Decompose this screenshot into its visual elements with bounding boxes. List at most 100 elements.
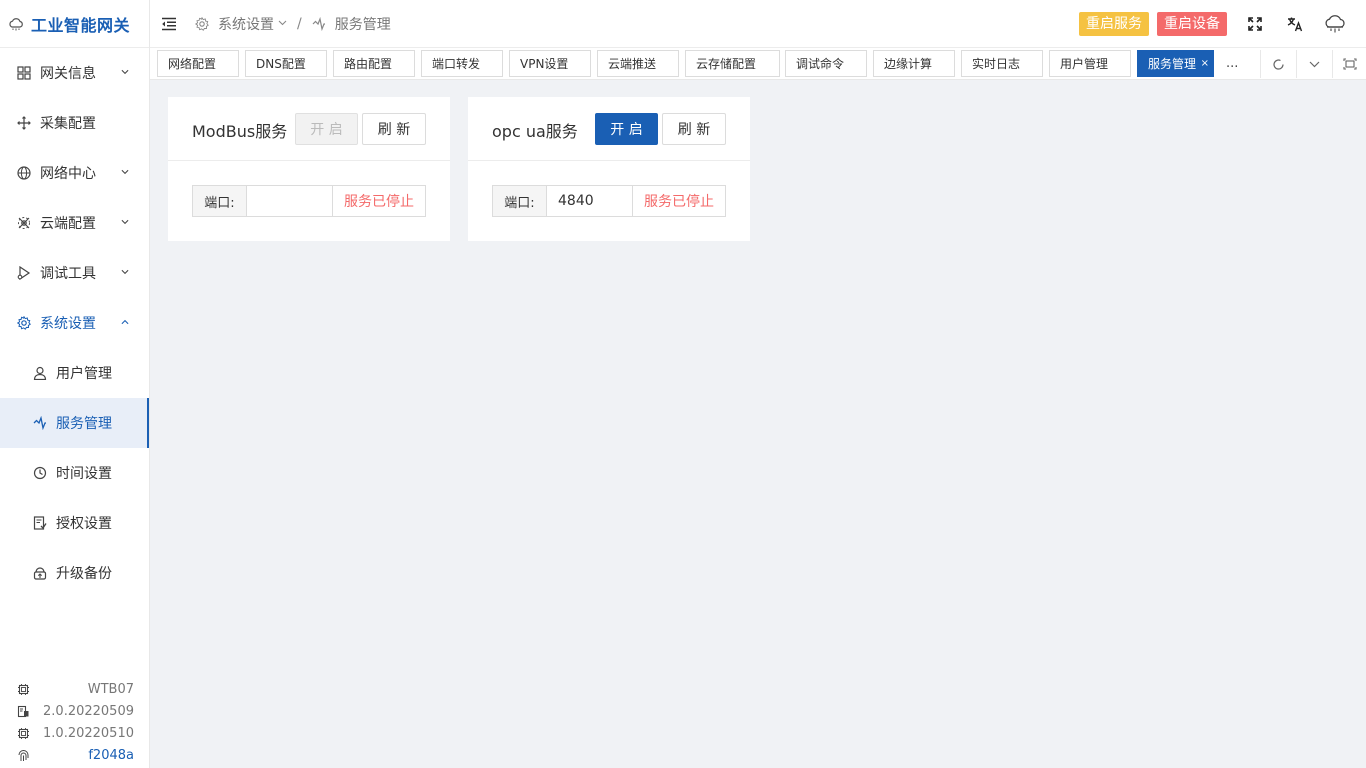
opcua-start-button[interactable]: 开 启 [595, 113, 658, 145]
license-icon [32, 515, 48, 531]
chip-icon [16, 726, 30, 740]
cloud-logo-icon [8, 16, 24, 32]
sidebar-item-label: 授权设置 [56, 516, 112, 532]
sidebar-item-cloud-config[interactable]: 云端配置 [0, 198, 149, 248]
tab-network-config[interactable]: 网络配置 [157, 50, 239, 77]
breadcrumb: 系统设置 / 服务管理 [195, 14, 391, 34]
upgrade-icon [32, 565, 48, 581]
breadcrumb-separator: / [297, 15, 302, 32]
fingerprint-value[interactable]: f2048a [88, 748, 134, 763]
gear-icon [195, 16, 209, 31]
translate-icon[interactable] [1284, 13, 1306, 35]
opcua-service-card: opc ua服务 开 启 刷 新 端口: 服务已停止 [468, 97, 750, 241]
opcua-refresh-button[interactable]: 刷 新 [662, 113, 726, 145]
sidebar-item-gateway-info[interactable]: 网关信息 [0, 48, 149, 98]
modbus-port-input[interactable] [247, 186, 333, 216]
sidebar-item-label: 采集配置 [40, 116, 96, 132]
card-header: ModBus服务 开 启 刷 新 [168, 97, 450, 161]
user-icon [32, 365, 48, 381]
chevron-down-icon[interactable] [278, 18, 287, 29]
sidebar-item-label: 云端配置 [40, 216, 96, 232]
tab-realtime-log[interactable]: 实时日志 [961, 50, 1043, 77]
fullscreen-icon[interactable] [1244, 13, 1266, 35]
tab-label: 边缘计算 [884, 57, 933, 71]
sidebar: 工业智能网关 网关信息 采集配置 网络中心 云端配置 调试工具 系统设置 用户管… [0, 0, 150, 768]
gear-icon [16, 315, 32, 331]
sidebar-item-label: 调试工具 [40, 266, 96, 282]
top-header: 系统设置 / 服务管理 重启服务 重启设备 [150, 0, 1366, 48]
info-model: WTB07 [16, 678, 134, 700]
app-title: 工业智能网关 [31, 15, 131, 35]
sidebar-item-label: 升级备份 [56, 566, 112, 582]
model-value: WTB07 [87, 681, 134, 697]
tab-debug-command[interactable]: 调试命令 [785, 50, 867, 77]
info-app-version: 2.0.20220509 [16, 700, 134, 722]
refresh-icon[interactable] [1260, 50, 1296, 78]
tab-port-forward[interactable]: 端口转发 [421, 50, 503, 77]
sidebar-item-collect-config[interactable]: 采集配置 [0, 98, 149, 148]
tab-label: VPN设置 [520, 57, 569, 71]
card-header: opc ua服务 开 启 刷 新 [468, 97, 750, 161]
breadcrumb-current: 服务管理 [334, 16, 391, 33]
tab-service-management[interactable]: 服务管理 × [1137, 50, 1214, 77]
grid-icon [16, 65, 32, 81]
tab-edge-computing[interactable]: 边缘计算 [873, 50, 955, 77]
tab-label: 云端推送 [608, 57, 657, 71]
service-icon [32, 415, 48, 431]
sidebar-item-label: 服务管理 [56, 416, 112, 432]
modbus-refresh-button[interactable]: 刷 新 [362, 113, 426, 145]
fingerprint-icon [16, 748, 30, 762]
service-icon [312, 16, 326, 31]
tab-label: 实时日志 [972, 57, 1021, 71]
sidebar-item-license-settings[interactable]: 授权设置 [0, 498, 149, 548]
header-actions: 重启服务 重启设备 [1079, 0, 1366, 48]
modbus-service-card: ModBus服务 开 启 刷 新 端口: 服务已停止 [168, 97, 450, 241]
port-label: 端口: [493, 186, 547, 216]
debug-icon [16, 265, 32, 281]
info-fingerprint[interactable]: f2048a [16, 744, 134, 766]
logo[interactable]: 工业智能网关 [0, 0, 149, 48]
cloud-status-icon[interactable] [1324, 13, 1346, 35]
breadcrumb-parent[interactable]: 系统设置 [218, 14, 274, 34]
maximize-icon[interactable] [1332, 50, 1366, 78]
clock-icon [32, 465, 48, 481]
status-badge: 服务已停止 [633, 186, 725, 216]
tab-vpn-settings[interactable]: VPN设置 [509, 50, 591, 77]
tab-cloud-push[interactable]: 云端推送 [597, 50, 679, 77]
status-badge: 服务已停止 [333, 186, 425, 216]
restart-device-button[interactable]: 重启设备 [1157, 12, 1227, 36]
sidebar-item-time-settings[interactable]: 时间设置 [0, 448, 149, 498]
tabs-more-button[interactable]: ... [1226, 56, 1238, 71]
sidebar-item-service-management[interactable]: 服务管理 [0, 398, 149, 448]
card-title: ModBus服务 [192, 122, 288, 141]
modbus-start-button: 开 启 [295, 113, 358, 145]
port-label: 端口: [193, 186, 247, 216]
chevron-down-icon[interactable] [1296, 50, 1332, 78]
sidebar-item-upgrade-backup[interactable]: 升级备份 [0, 548, 149, 598]
sidebar-item-system-settings[interactable]: 系统设置 [0, 298, 149, 348]
app-version-icon [16, 704, 30, 718]
sidebar-item-user-management[interactable]: 用户管理 [0, 348, 149, 398]
chevron-down-icon [121, 218, 129, 226]
restart-service-button[interactable]: 重启服务 [1079, 12, 1149, 36]
opcua-port-input[interactable] [547, 186, 633, 216]
tab-cloud-storage-config[interactable]: 云存储配置 [685, 50, 780, 77]
sidebar-item-debug-tools[interactable]: 调试工具 [0, 248, 149, 298]
menu-collapse-icon[interactable] [161, 16, 177, 32]
system-settings-submenu: 用户管理 服务管理 时间设置 授权设置 升级备份 [0, 348, 149, 598]
chevron-up-icon [121, 318, 129, 326]
sidebar-item-label: 用户管理 [56, 366, 112, 382]
sidebar-item-network-center[interactable]: 网络中心 [0, 148, 149, 198]
tab-label: 调试命令 [796, 57, 845, 71]
close-icon[interactable]: × [1201, 58, 1209, 69]
tab-route-config[interactable]: 路由配置 [333, 50, 415, 77]
sidebar-item-label: 网络中心 [40, 166, 96, 182]
chip-icon [16, 682, 30, 696]
opcua-port-group: 端口: 服务已停止 [492, 185, 726, 217]
tab-user-management[interactable]: 用户管理 [1049, 50, 1131, 77]
app-version-value: 2.0.20220509 [43, 703, 134, 719]
tab-label: 端口转发 [432, 57, 481, 71]
firmware-version-value: 1.0.20220510 [43, 725, 134, 741]
tab-dns-config[interactable]: DNS配置 [245, 50, 327, 77]
chevron-down-icon [121, 168, 129, 176]
